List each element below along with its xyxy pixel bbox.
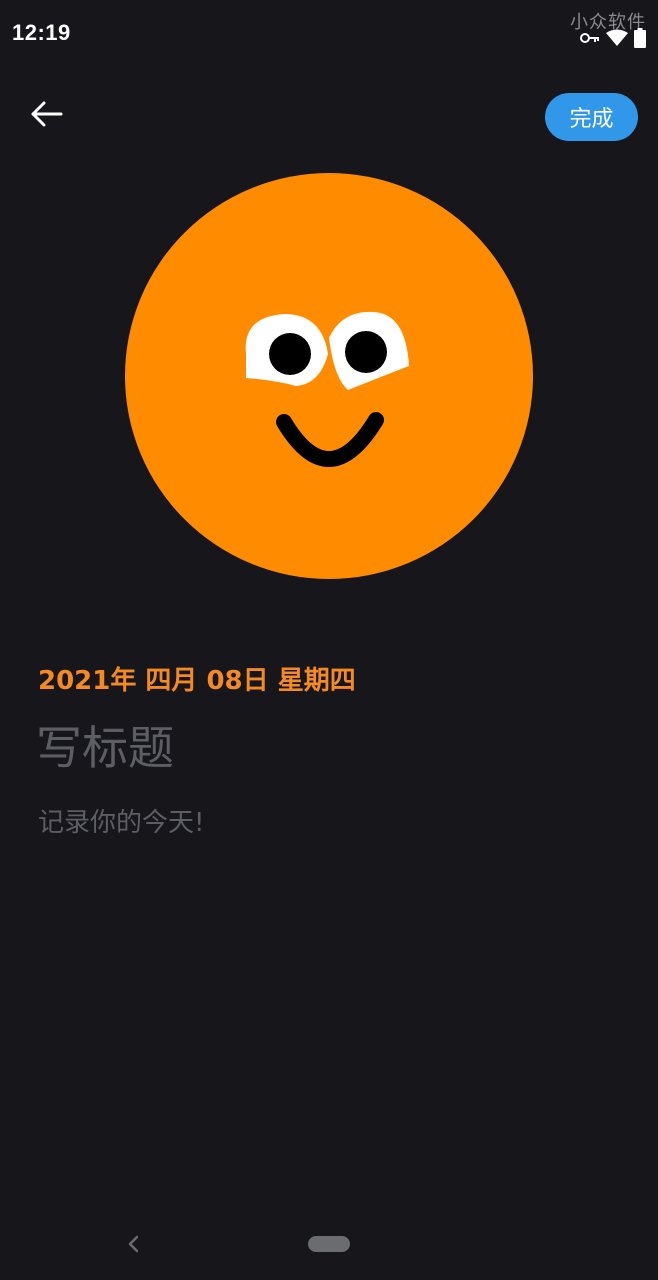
status-bar: 12:19 小众软件 — [0, 0, 658, 72]
entry-date[interactable]: 2021年 四月 08日 星期四 — [38, 660, 356, 697]
back-button[interactable] — [22, 92, 70, 140]
status-time: 12:19 — [12, 20, 71, 45]
title-input[interactable]: 写标题 — [36, 712, 174, 778]
system-nav-bar — [0, 1206, 658, 1280]
nav-back-button[interactable] — [122, 1232, 144, 1256]
arrow-left-icon — [29, 100, 63, 132]
vpn-key-icon — [580, 31, 600, 45]
body-input[interactable]: 记录你的今天! — [38, 802, 204, 839]
status-icons — [580, 28, 646, 48]
mood-face[interactable] — [124, 172, 534, 580]
home-pill-icon[interactable] — [308, 1236, 350, 1252]
smiling-face-icon — [125, 173, 533, 579]
done-button[interactable]: 完成 — [545, 93, 638, 141]
battery-icon — [634, 28, 646, 48]
wifi-icon — [606, 29, 628, 47]
chevron-left-icon — [128, 1235, 139, 1253]
